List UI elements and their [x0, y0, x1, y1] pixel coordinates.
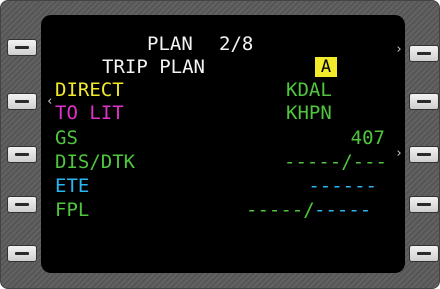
line-select-key-l1[interactable]	[8, 40, 36, 55]
line-select-key-l2[interactable]	[8, 94, 36, 109]
page-number: 2/8	[219, 33, 254, 55]
cdu-bezel: PLAN 2/8 › TRIP PLAN A ‹ DIRECT KDAL TO …	[0, 0, 440, 289]
left-caret-icon: ‹	[46, 94, 54, 109]
to-waypoint-label[interactable]: TO LIT	[55, 102, 124, 124]
destination-value: KHPN	[286, 102, 332, 124]
fpl-value-dist: -----/	[246, 199, 315, 221]
cdu-display: PLAN 2/8 › TRIP PLAN A ‹ DIRECT KDAL TO …	[41, 15, 405, 273]
gs-label: GS	[55, 127, 78, 149]
line-select-key-r5[interactable]	[410, 246, 438, 261]
line-select-key-r1[interactable]	[410, 46, 438, 61]
direct-label[interactable]: DIRECT	[55, 79, 124, 101]
fpl-value-track: -----	[314, 199, 372, 221]
subpage-title: TRIP PLAN	[102, 56, 205, 78]
origin-value: KDAL	[286, 79, 332, 101]
fpl-label[interactable]: FPL	[55, 199, 89, 221]
line-select-key-l3[interactable]	[8, 147, 36, 162]
dis-dtk-label: DIS/DTK	[55, 151, 136, 173]
ete-label: ETE	[55, 175, 90, 197]
gs-value: 407	[350, 127, 385, 149]
right-caret-icon: ›	[395, 146, 403, 161]
ete-value: ------	[308, 175, 377, 197]
line-select-key-r2[interactable]	[410, 94, 438, 109]
right-caret-icon: ›	[395, 42, 403, 57]
line-select-key-l4[interactable]	[8, 197, 36, 212]
page-title: PLAN	[147, 33, 193, 55]
line-select-key-l5[interactable]	[8, 246, 36, 261]
line-select-key-r4[interactable]	[410, 197, 438, 212]
line-select-key-r3[interactable]	[410, 147, 438, 162]
mode-badge: A	[315, 57, 337, 77]
dis-dtk-value: -----/---	[284, 151, 387, 173]
